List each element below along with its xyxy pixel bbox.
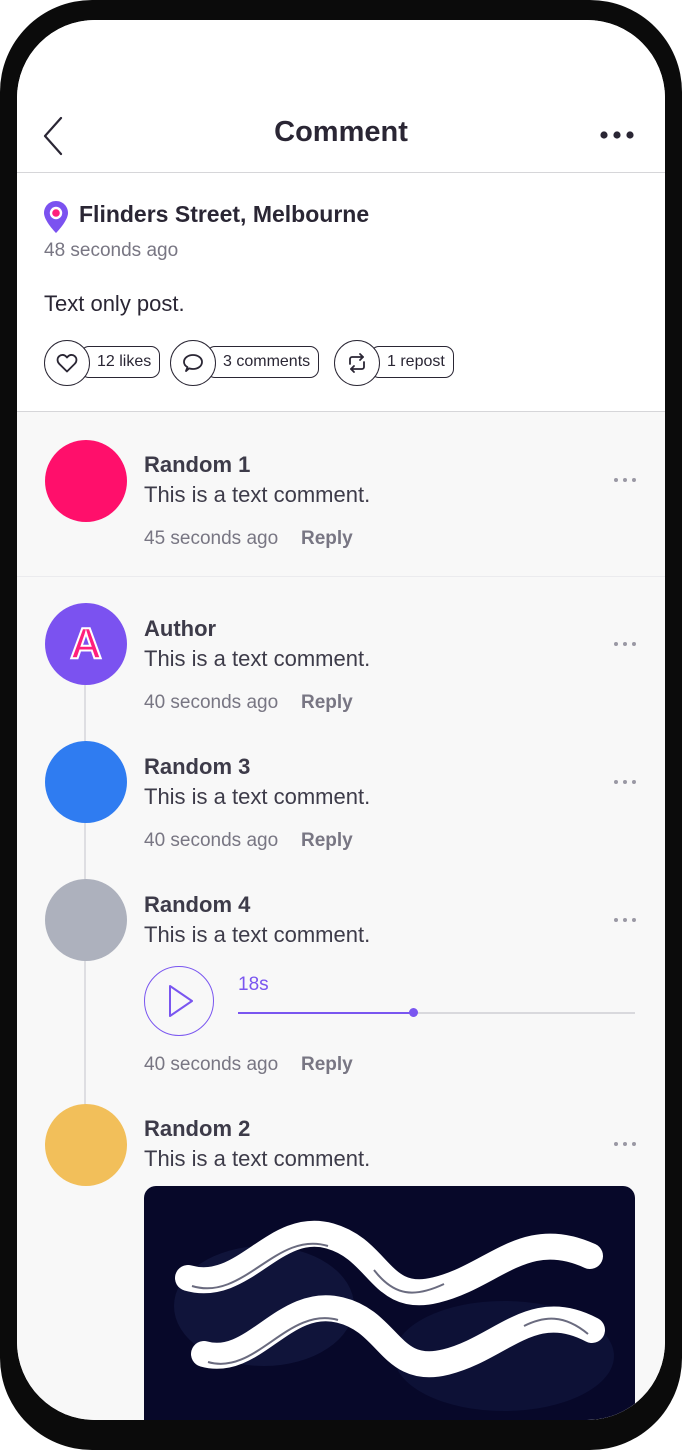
location-pin-icon — [44, 201, 68, 233]
likes-count: 12 likes — [80, 346, 161, 378]
comment-author[interactable]: Author — [144, 616, 216, 642]
avatar[interactable] — [45, 741, 127, 823]
audio-progress-fill — [238, 1012, 413, 1014]
reposts-count: 1 repost — [370, 346, 454, 378]
audio-progress-slider[interactable] — [238, 1008, 635, 1017]
more-dots-icon — [600, 131, 634, 139]
repost-button[interactable]: 1 repost — [334, 340, 458, 386]
repost-circle — [334, 340, 380, 386]
comment-text: This is a text comment. — [144, 922, 371, 947]
comment-text: This is a text comment. — [144, 646, 371, 671]
comments-count: 3 comments — [206, 346, 320, 378]
comment-timestamp: 40 seconds ago — [144, 1054, 279, 1075]
avatar-letter: A — [69, 618, 103, 669]
speech-bubble-icon — [183, 354, 203, 372]
play-icon — [169, 985, 193, 1017]
avatar[interactable] — [45, 440, 127, 522]
post-card: Flinders Street, Melbourne 48 seconds ag… — [17, 173, 665, 412]
more-dots-icon[interactable] — [613, 917, 637, 923]
comment-timestamp: 45 seconds ago — [144, 528, 279, 549]
avatar[interactable] — [45, 1104, 127, 1186]
reply-button[interactable]: Reply — [301, 692, 353, 714]
comment-button[interactable]: 3 comments — [170, 340, 328, 386]
more-dots-icon[interactable] — [613, 1141, 637, 1147]
page-title: Comment — [274, 116, 408, 148]
audio-play-button[interactable] — [144, 966, 214, 1036]
heart-icon — [56, 354, 78, 373]
comment-text: This is a text comment. — [144, 784, 371, 809]
like-button[interactable]: 12 likes — [44, 340, 162, 386]
comment-author[interactable]: Random 3 — [144, 754, 250, 780]
comment-timestamp: 40 seconds ago — [144, 692, 279, 713]
comment-author[interactable]: Random 2 — [144, 1116, 250, 1142]
post-location[interactable]: Flinders Street, Melbourne — [79, 201, 369, 228]
comment-timestamp: 40 seconds ago — [144, 830, 279, 851]
audio-duration: 18s — [238, 974, 269, 995]
author-avatar[interactable]: A — [45, 603, 127, 685]
comment-author[interactable]: Random 1 — [144, 452, 250, 478]
aquarius-symbol-image — [174, 1220, 614, 1411]
phone-frame: Comment Flinders Street, Melbourne 48 se… — [0, 0, 682, 1450]
comment-author[interactable]: Random 4 — [144, 892, 250, 918]
more-dots-icon[interactable] — [613, 641, 637, 647]
like-circle — [44, 340, 90, 386]
audio-progress-knob[interactable] — [408, 1008, 418, 1017]
more-dots-icon[interactable] — [613, 477, 637, 483]
app-header: Comment — [17, 20, 665, 173]
reply-button[interactable]: Reply — [301, 830, 353, 852]
more-options-button[interactable] — [599, 128, 635, 140]
comment-image[interactable] — [144, 1186, 635, 1420]
comment-text: This is a text comment. — [144, 1146, 371, 1171]
reply-button[interactable]: Reply — [301, 1054, 353, 1076]
repost-icon — [349, 353, 365, 373]
more-dots-icon[interactable] — [613, 779, 637, 785]
reply-button[interactable]: Reply — [301, 528, 353, 550]
comment-circle — [170, 340, 216, 386]
comments-list: Random 1 This is a text comment. 45 seco… — [17, 412, 665, 1420]
avatar[interactable] — [45, 879, 127, 961]
post-timestamp: 48 seconds ago — [44, 240, 179, 261]
post-text: Text only post. — [44, 291, 185, 316]
screen: Comment Flinders Street, Melbourne 48 se… — [17, 20, 665, 1420]
comment-divider — [17, 576, 665, 577]
comment-text: This is a text comment. — [144, 482, 371, 507]
